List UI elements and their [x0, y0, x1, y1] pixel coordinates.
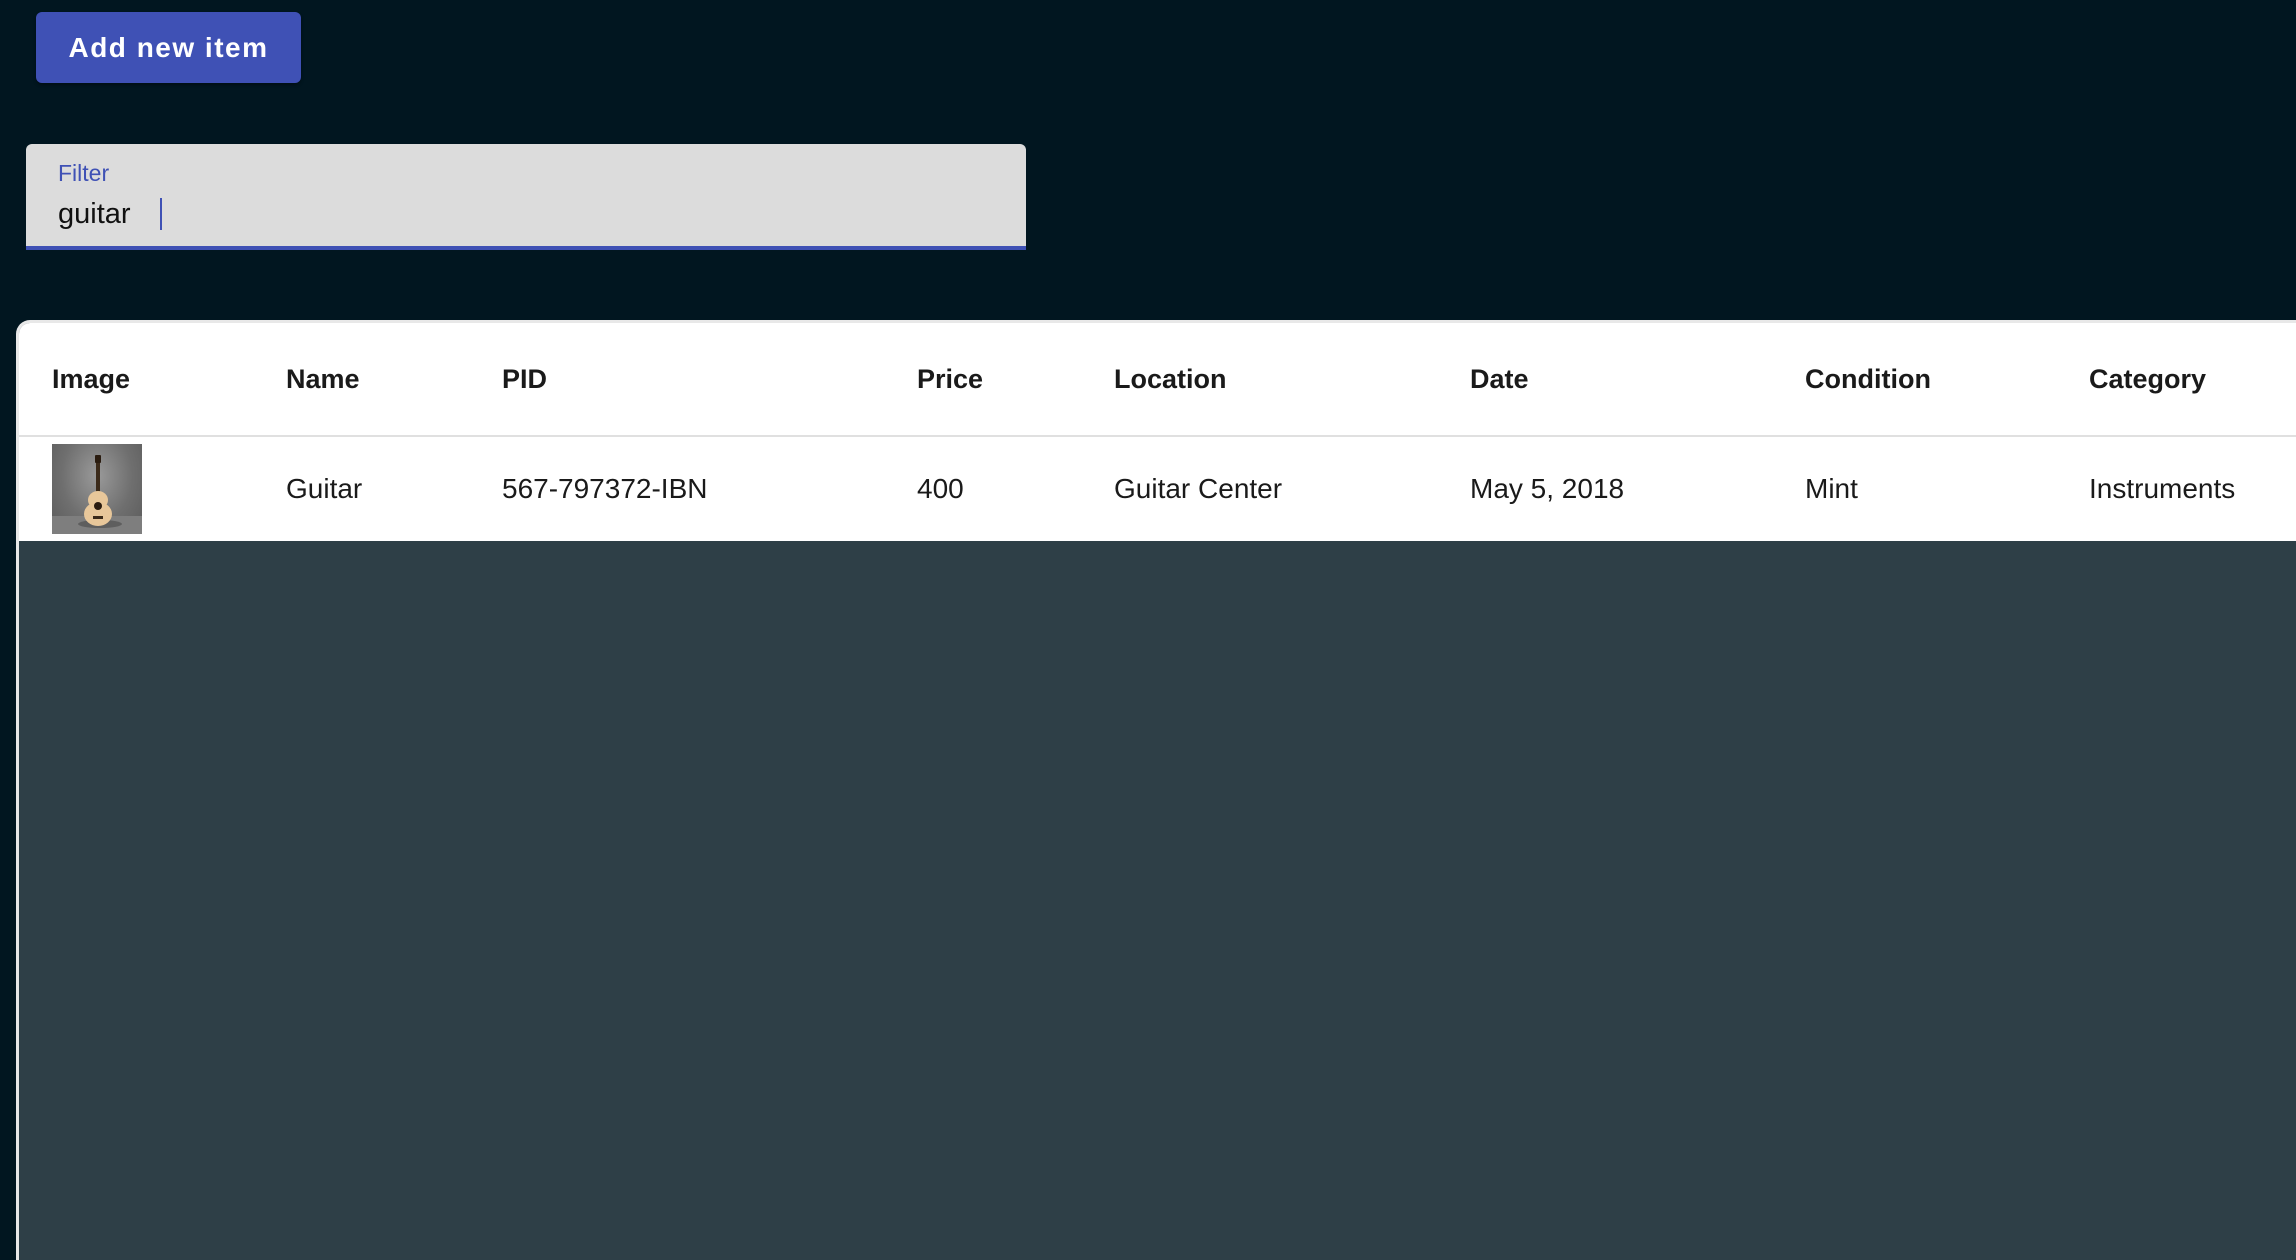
row-pid: 567-797372-IBN — [502, 473, 708, 504]
filter-field[interactable]: Filter — [26, 144, 1026, 250]
column-header-name[interactable]: Name — [286, 323, 360, 435]
table-header-row: Image Name PID Price Location Date Condi… — [19, 323, 2296, 437]
column-header-condition[interactable]: Condition — [1805, 323, 1931, 435]
table-row[interactable]: Guitar 567-797372-IBN 400 Guitar Center … — [19, 437, 2296, 541]
row-condition: Mint — [1805, 473, 1858, 504]
column-header-category[interactable]: Category — [2089, 323, 2206, 435]
row-date: May 5, 2018 — [1470, 473, 1625, 504]
row-name: Guitar — [286, 473, 363, 504]
row-price: 400 — [917, 473, 964, 504]
items-table: Image Name PID Price Location Date Condi… — [16, 320, 2296, 1260]
column-header-pid[interactable]: PID — [502, 323, 547, 435]
column-header-price[interactable]: Price — [917, 323, 983, 435]
column-header-date[interactable]: Date — [1470, 323, 1529, 435]
row-category: Instruments — [2089, 473, 2236, 504]
row-location: Guitar Center — [1114, 473, 1283, 504]
column-header-image[interactable]: Image — [52, 323, 130, 435]
add-new-item-button[interactable]: Add new item — [36, 12, 301, 83]
column-header-location[interactable]: Location — [1114, 323, 1227, 435]
row-image-cell — [52, 437, 142, 541]
filter-label: Filter — [58, 160, 110, 186]
filter-input[interactable] — [58, 194, 988, 234]
guitar-image — [52, 444, 142, 534]
text-cursor — [160, 198, 162, 230]
